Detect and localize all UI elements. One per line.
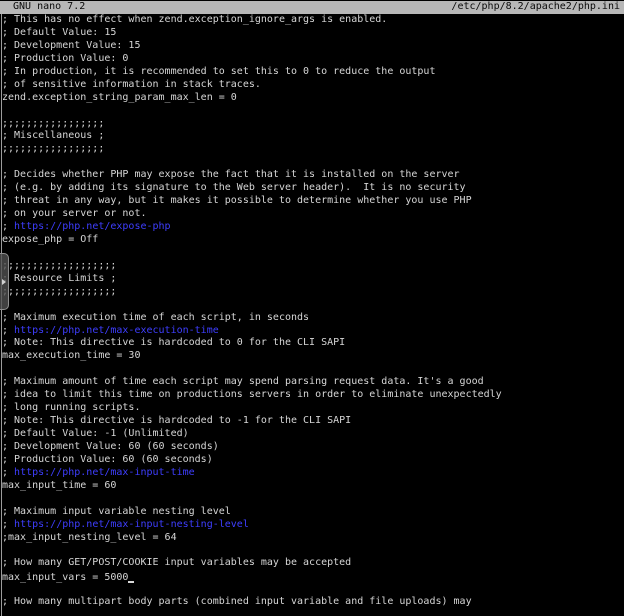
nano-titlebar: GNU nano 7.2 /etc/php/8.2/apache2/php.in… [0, 1, 624, 14]
line-text: ; threat in any way, but it makes it pos… [2, 195, 472, 206]
editor-line[interactable]: ; Maximum input variable nesting level [2, 506, 624, 519]
editor-line[interactable]: ; This has no effect when zend.exception… [2, 14, 624, 27]
line-text: max_input_vars = 5000 [2, 572, 128, 583]
line-text: ; Maximum amount of time each script may… [2, 376, 484, 387]
editor-line[interactable]: max_execution_time = 30 [2, 350, 624, 363]
editor-line[interactable]: ; Default Value: 15 [2, 27, 624, 40]
editor-line[interactable]: ;;;;;;;;;;;;;;;;;;; [2, 286, 624, 299]
editor-line[interactable] [2, 156, 624, 169]
editor-line[interactable]: ; How many multipart body parts (combine… [2, 596, 624, 609]
editor-line[interactable]: ; Production Value: 0 [2, 53, 624, 66]
editor-line[interactable]: ; threat in any way, but it makes it pos… [2, 195, 624, 208]
editor-line[interactable]: ; on your server or not. [2, 208, 624, 221]
line-text: ; Note: This directive is hardcoded to -… [2, 415, 351, 426]
line-text: ; In production, it is recommended to se… [2, 66, 435, 77]
editor-line[interactable]: ; https://php.net/expose-php [2, 221, 624, 234]
line-text: ; [2, 325, 14, 336]
line-text: ; [2, 519, 14, 530]
line-text: ; Miscellaneous ; [2, 130, 104, 141]
nano-file-path: /etc/php/8.2/apache2/php.ini [451, 1, 620, 14]
line-text: ; long running scripts. [2, 402, 140, 413]
url-text: https://php.net/expose-php [14, 221, 171, 232]
line-text: ; Development Value: 15 [2, 40, 140, 51]
sidebar-reveal-handle[interactable] [0, 253, 9, 310]
editor-line[interactable]: ; Note: This directive is hardcoded to -… [2, 415, 624, 428]
terminal-screen: GNU nano 7.2 /etc/php/8.2/apache2/php.in… [0, 0, 624, 616]
line-text: ;max_input_nesting_level = 64 [2, 532, 177, 543]
line-text: ; (e.g. by adding its signature to the W… [2, 182, 466, 193]
line-text: ; [2, 467, 14, 478]
editor-line[interactable]: expose_php = Off [2, 234, 624, 247]
editor-line[interactable]: ; https://php.net/max-input-time [2, 467, 624, 480]
editor-line[interactable]: ; Miscellaneous ; [2, 130, 624, 143]
editor-line[interactable]: ;;;;;;;;;;;;;;;;;;; [2, 260, 624, 273]
editor-line[interactable]: ; (e.g. by adding its signature to the W… [2, 182, 624, 195]
line-text: ; of sensitive information in stack trac… [2, 79, 261, 90]
editor-line[interactable] [2, 299, 624, 312]
line-text: zend.exception_string_param_max_len = 0 [2, 92, 237, 103]
line-text: ; Default Value: 15 [2, 27, 116, 38]
line-text: ; Maximum input variable nesting level [2, 506, 231, 517]
editor-line[interactable]: ; Development Value: 15 [2, 40, 624, 53]
editor-line[interactable]: ; of sensitive information in stack trac… [2, 79, 624, 92]
editor-line[interactable] [2, 583, 624, 596]
url-text: https://php.net/max-execution-time [14, 325, 219, 336]
editor-line[interactable]: ; Resource Limits ; [2, 273, 624, 286]
line-text: ; Production Value: 60 (60 seconds) [2, 454, 213, 465]
editor-line[interactable]: ;max_input_nesting_level = 64 [2, 532, 624, 545]
editor-line[interactable] [2, 363, 624, 376]
editor-line[interactable]: ; idea to limit this time on productions… [2, 389, 624, 402]
editor-line[interactable] [2, 105, 624, 118]
editor-line[interactable]: ; long running scripts. [2, 402, 624, 415]
editor-line[interactable]: ; Maximum execution time of each script,… [2, 312, 624, 325]
line-text: ; Decides whether PHP may expose the fac… [2, 169, 460, 180]
editor-line[interactable]: ; Maximum amount of time each script may… [2, 376, 624, 389]
editor-line[interactable]: ;;;;;;;;;;;;;;;;; [2, 143, 624, 156]
editor-line[interactable]: zend.exception_string_param_max_len = 0 [2, 92, 624, 105]
line-text: ; on your server or not. [2, 208, 147, 219]
line-text: ;;;;;;;;;;;;;;;;; [2, 143, 104, 154]
editor-line[interactable]: ; Note: This directive is hardcoded to 0… [2, 337, 624, 350]
line-text: ; Resource Limits ; [2, 273, 116, 284]
line-text: ;;;;;;;;;;;;;;;;;;; [2, 260, 116, 271]
url-text: https://php.net/max-input-nesting-level [14, 519, 249, 530]
editor-buffer[interactable]: ; This has no effect when zend.exception… [2, 14, 624, 609]
line-text: ; [2, 221, 14, 232]
editor-line[interactable]: ; https://php.net/max-input-nesting-leve… [2, 519, 624, 532]
editor-line[interactable]: ; Default Value: -1 (Unlimited) [2, 428, 624, 441]
editor-line[interactable]: ; In production, it is recommended to se… [2, 66, 624, 79]
editor-line[interactable] [2, 544, 624, 557]
editor-line[interactable]: ; How many GET/POST/COOKIE input variabl… [2, 557, 624, 570]
line-text: ; Production Value: 0 [2, 53, 128, 64]
line-text: ; How many GET/POST/COOKIE input variabl… [2, 557, 351, 568]
text-cursor [128, 570, 134, 583]
line-text: ; Maximum execution time of each script,… [2, 312, 309, 323]
line-text: ; This has no effect when zend.exception… [2, 14, 387, 25]
line-text: max_input_time = 60 [2, 480, 116, 491]
line-text: ; Note: This directive is hardcoded to 0… [2, 337, 345, 348]
nano-app-version: GNU nano 7.2 [13, 1, 85, 14]
editor-line[interactable]: ; https://php.net/max-execution-time [2, 325, 624, 338]
url-text: https://php.net/max-input-time [14, 467, 195, 478]
editor-line[interactable]: ; Production Value: 60 (60 seconds) [2, 454, 624, 467]
line-text: ;;;;;;;;;;;;;;;;;;; [2, 286, 116, 297]
line-text: expose_php = Off [2, 234, 98, 245]
line-text: ; How many multipart body parts (combine… [2, 596, 472, 607]
line-text: ; idea to limit this time on productions… [2, 389, 502, 400]
editor-line[interactable]: max_input_time = 60 [2, 480, 624, 493]
chevron-right-icon [2, 279, 6, 285]
line-text: ; Default Value: -1 (Unlimited) [2, 428, 189, 439]
editor-line[interactable]: ; Development Value: 60 (60 seconds) [2, 441, 624, 454]
editor-line[interactable]: ;;;;;;;;;;;;;;;;; [2, 118, 624, 131]
line-text: ;;;;;;;;;;;;;;;;; [2, 118, 104, 129]
editor-line[interactable] [2, 247, 624, 260]
line-text: max_execution_time = 30 [2, 350, 140, 361]
editor-line[interactable]: ; Decides whether PHP may expose the fac… [2, 169, 624, 182]
line-text: ; Development Value: 60 (60 seconds) [2, 441, 219, 452]
editor-line[interactable] [2, 493, 624, 506]
editor-line[interactable]: max_input_vars = 5000 [2, 570, 624, 583]
